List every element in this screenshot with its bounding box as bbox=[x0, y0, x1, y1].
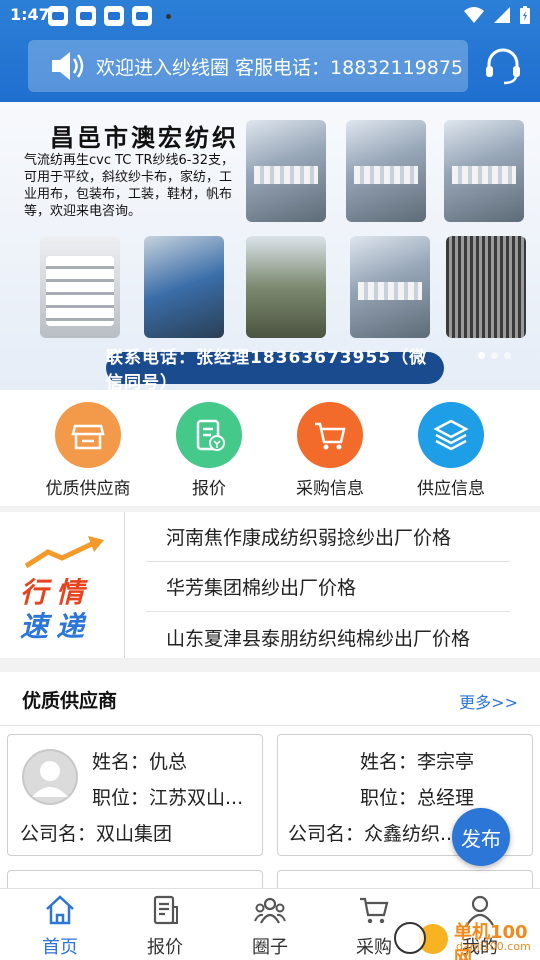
quick-item-label: 供应信息 bbox=[417, 479, 485, 499]
cart-icon bbox=[297, 402, 363, 468]
supplier-card[interactable]: 姓名：仇总 职位：江苏双山... 公司名：双山集团 bbox=[7, 734, 263, 856]
app-notification-icon bbox=[48, 6, 68, 26]
watermark-brand: 单机100网 bbox=[454, 922, 528, 960]
factory-photo bbox=[350, 236, 430, 338]
pager-dot[interactable] bbox=[491, 352, 498, 359]
announcement-bar[interactable]: 欢迎进入纱线圈 客服电话：18832119875 bbox=[28, 40, 468, 92]
news-item[interactable]: 河南焦作康成纺织弱捻纱出厂价格 bbox=[146, 512, 510, 562]
pager-dot-active[interactable] bbox=[478, 352, 485, 359]
quick-menu: 优质供应商 报价 采购信息 供应信息 bbox=[0, 390, 540, 506]
tab-home[interactable]: 首页 bbox=[20, 893, 100, 959]
quick-item-supply[interactable]: 供应信息 bbox=[396, 402, 506, 499]
app-notification-icon bbox=[132, 6, 152, 26]
quick-item-quality-supplier[interactable]: 优质供应商 bbox=[33, 402, 143, 499]
divider bbox=[124, 512, 125, 658]
home-icon bbox=[46, 895, 74, 925]
customer-service-icon[interactable] bbox=[482, 46, 524, 86]
news-item[interactable]: 华芳集团棉纱出厂价格 bbox=[146, 562, 510, 612]
watermark-plus-icon bbox=[394, 922, 426, 954]
quote-document-icon bbox=[176, 402, 242, 468]
quick-item-label: 采购信息 bbox=[296, 479, 364, 499]
document-icon bbox=[153, 895, 178, 925]
shop-icon bbox=[55, 402, 121, 468]
more-notifications-dot bbox=[166, 14, 171, 19]
market-news-section: 行情 速递 河南焦作康成纺织弱捻纱出厂价格 华芳集团棉纱出厂价格 山东夏津县泰朋… bbox=[0, 512, 540, 658]
promo-banner[interactable]: 昌邑市澳宏纺织 气流纺再生cvc TC TR纱线6-32支，可用于平纹，斜纹纱卡… bbox=[0, 102, 540, 390]
user-avatar-icon bbox=[24, 751, 76, 803]
fabric-photo bbox=[446, 236, 526, 338]
quick-item-purchase[interactable]: 采购信息 bbox=[275, 402, 385, 499]
signal-icon bbox=[494, 7, 510, 23]
supplier-section-header: 优质供应商 更多>> bbox=[0, 672, 540, 726]
pager-dot[interactable] bbox=[504, 352, 511, 359]
supplier-company: 公司名：双山集团 bbox=[20, 823, 173, 845]
factory-photo bbox=[444, 120, 524, 222]
supplier-position: 职位：江苏双山... bbox=[92, 787, 244, 809]
battery-icon bbox=[520, 6, 530, 24]
cart-icon bbox=[360, 897, 389, 924]
quick-item-label: 优质供应商 bbox=[45, 479, 131, 499]
publish-button[interactable]: 发布 bbox=[452, 808, 510, 866]
layers-icon bbox=[418, 402, 484, 468]
factory-photo bbox=[346, 120, 426, 222]
tab-label: 圈子 bbox=[252, 937, 288, 958]
trend-arrow-icon bbox=[24, 536, 104, 569]
app-header: 1:47 欢迎进入纱线圈 客服电话：18832119875 bbox=[0, 0, 540, 102]
section-title: 优质供应商 bbox=[22, 690, 118, 712]
news-item[interactable]: 山东夏津县泰朋纺织纯棉纱出厂价格 bbox=[146, 612, 510, 662]
app-notification-icon bbox=[76, 6, 96, 26]
supplier-list: 姓名：仇总 职位：江苏双山... 公司名：双山集团 姓名：李宗亭 职位：总经理 … bbox=[0, 726, 540, 890]
supplier-card[interactable] bbox=[277, 870, 533, 890]
market-logo-text-1: 行情 bbox=[20, 576, 93, 609]
announcement-text: 欢迎进入纱线圈 客服电话：18832119875 bbox=[96, 56, 464, 79]
tab-circle[interactable]: 圈子 bbox=[230, 893, 310, 959]
quick-item-quote[interactable]: 报价 bbox=[154, 402, 264, 499]
supplier-name: 姓名：李宗亭 bbox=[360, 751, 475, 773]
factory-photo bbox=[246, 120, 326, 222]
banner-title: 昌邑市澳宏纺织 bbox=[50, 124, 239, 152]
market-news-logo: 行情 速递 bbox=[20, 532, 110, 650]
banner-pager[interactable] bbox=[478, 352, 511, 359]
more-link[interactable]: 更多>> bbox=[459, 689, 518, 713]
app-notification-icon bbox=[104, 6, 124, 26]
tab-label: 首页 bbox=[42, 937, 78, 958]
supplier-card[interactable] bbox=[7, 870, 263, 890]
avatar bbox=[22, 749, 78, 805]
speaker-icon bbox=[52, 52, 84, 80]
market-logo-text-2: 速递 bbox=[20, 610, 93, 643]
tab-label: 报价 bbox=[147, 937, 183, 958]
supplier-position: 职位：总经理 bbox=[360, 787, 475, 809]
supplier-name: 姓名：仇总 bbox=[92, 751, 188, 773]
banner-description: 气流纺再生cvc TC TR纱线6-32支，可用于平纹，斜纹纱卡布，家纺，工业用… bbox=[24, 153, 234, 219]
banner-contact: 联系电话：张经理18363673955（微信同号） bbox=[106, 348, 444, 390]
loom-photo bbox=[144, 236, 224, 338]
watermark-url: danji100.com bbox=[456, 940, 531, 953]
wifi-icon bbox=[464, 7, 484, 23]
group-icon bbox=[254, 897, 286, 924]
status-bar: 1:47 bbox=[0, 0, 540, 32]
system-icons bbox=[464, 5, 530, 25]
watermark: 单机100网 danji100.com bbox=[392, 916, 540, 960]
tab-quote[interactable]: 报价 bbox=[125, 893, 205, 959]
quick-item-label: 报价 bbox=[192, 479, 226, 499]
status-time: 1:47 bbox=[10, 5, 50, 24]
truck-photo bbox=[246, 236, 326, 338]
yarn-photo bbox=[40, 236, 120, 338]
